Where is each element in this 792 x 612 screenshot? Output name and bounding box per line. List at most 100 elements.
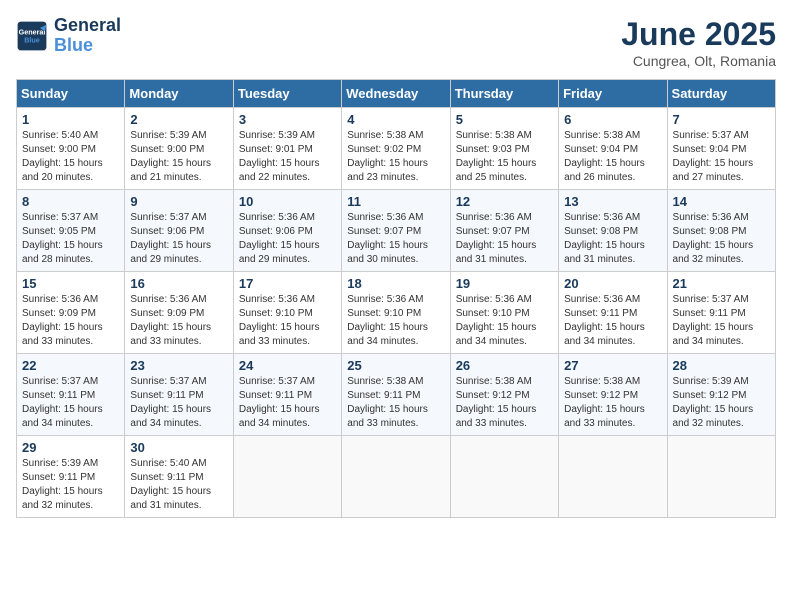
day-number: 16	[130, 276, 227, 291]
day-info: Sunrise: 5:37 AMSunset: 9:04 PMDaylight:…	[673, 130, 754, 183]
day-info: Sunrise: 5:37 AMSunset: 9:11 PMDaylight:…	[22, 376, 103, 429]
day-info: Sunrise: 5:37 AMSunset: 9:11 PMDaylight:…	[239, 376, 320, 429]
table-row	[667, 436, 775, 518]
day-info: Sunrise: 5:38 AMSunset: 9:11 PMDaylight:…	[347, 376, 428, 429]
day-info: Sunrise: 5:36 AMSunset: 9:10 PMDaylight:…	[456, 294, 537, 347]
day-number: 1	[22, 112, 119, 127]
table-row: 19 Sunrise: 5:36 AMSunset: 9:10 PMDaylig…	[450, 272, 558, 354]
table-row: 22 Sunrise: 5:37 AMSunset: 9:11 PMDaylig…	[17, 354, 125, 436]
table-row: 14 Sunrise: 5:36 AMSunset: 9:08 PMDaylig…	[667, 190, 775, 272]
logo-text: General Blue	[54, 16, 121, 56]
col-saturday: Saturday	[667, 80, 775, 108]
table-row: 12 Sunrise: 5:36 AMSunset: 9:07 PMDaylig…	[450, 190, 558, 272]
day-number: 4	[347, 112, 444, 127]
day-number: 12	[456, 194, 553, 209]
day-info: Sunrise: 5:36 AMSunset: 9:07 PMDaylight:…	[456, 212, 537, 265]
day-info: Sunrise: 5:37 AMSunset: 9:11 PMDaylight:…	[130, 376, 211, 429]
table-row	[342, 436, 450, 518]
table-row	[233, 436, 341, 518]
table-row	[559, 436, 667, 518]
calendar-week-4: 22 Sunrise: 5:37 AMSunset: 9:11 PMDaylig…	[17, 354, 776, 436]
day-number: 21	[673, 276, 770, 291]
calendar-week-3: 15 Sunrise: 5:36 AMSunset: 9:09 PMDaylig…	[17, 272, 776, 354]
calendar-week-1: 1 Sunrise: 5:40 AMSunset: 9:00 PMDayligh…	[17, 108, 776, 190]
col-friday: Friday	[559, 80, 667, 108]
table-row: 21 Sunrise: 5:37 AMSunset: 9:11 PMDaylig…	[667, 272, 775, 354]
day-info: Sunrise: 5:36 AMSunset: 9:08 PMDaylight:…	[564, 212, 645, 265]
table-row: 13 Sunrise: 5:36 AMSunset: 9:08 PMDaylig…	[559, 190, 667, 272]
table-row: 1 Sunrise: 5:40 AMSunset: 9:00 PMDayligh…	[17, 108, 125, 190]
table-row: 27 Sunrise: 5:38 AMSunset: 9:12 PMDaylig…	[559, 354, 667, 436]
day-number: 11	[347, 194, 444, 209]
table-row: 24 Sunrise: 5:37 AMSunset: 9:11 PMDaylig…	[233, 354, 341, 436]
day-info: Sunrise: 5:36 AMSunset: 9:07 PMDaylight:…	[347, 212, 428, 265]
table-row: 9 Sunrise: 5:37 AMSunset: 9:06 PMDayligh…	[125, 190, 233, 272]
svg-text:Blue: Blue	[24, 35, 40, 44]
logo-icon: General Blue	[16, 20, 48, 52]
day-number: 2	[130, 112, 227, 127]
day-info: Sunrise: 5:38 AMSunset: 9:12 PMDaylight:…	[564, 376, 645, 429]
day-info: Sunrise: 5:38 AMSunset: 9:02 PMDaylight:…	[347, 130, 428, 183]
day-number: 27	[564, 358, 661, 373]
day-info: Sunrise: 5:40 AMSunset: 9:11 PMDaylight:…	[130, 458, 211, 511]
table-row: 17 Sunrise: 5:36 AMSunset: 9:10 PMDaylig…	[233, 272, 341, 354]
day-number: 14	[673, 194, 770, 209]
day-info: Sunrise: 5:36 AMSunset: 9:06 PMDaylight:…	[239, 212, 320, 265]
day-number: 3	[239, 112, 336, 127]
table-row: 15 Sunrise: 5:36 AMSunset: 9:09 PMDaylig…	[17, 272, 125, 354]
day-info: Sunrise: 5:36 AMSunset: 9:10 PMDaylight:…	[239, 294, 320, 347]
page-header: General Blue General Blue June 2025 Cung…	[16, 16, 776, 69]
day-info: Sunrise: 5:38 AMSunset: 9:12 PMDaylight:…	[456, 376, 537, 429]
col-tuesday: Tuesday	[233, 80, 341, 108]
day-info: Sunrise: 5:37 AMSunset: 9:06 PMDaylight:…	[130, 212, 211, 265]
table-row: 10 Sunrise: 5:36 AMSunset: 9:06 PMDaylig…	[233, 190, 341, 272]
day-info: Sunrise: 5:39 AMSunset: 9:12 PMDaylight:…	[673, 376, 754, 429]
day-info: Sunrise: 5:39 AMSunset: 9:00 PMDaylight:…	[130, 130, 211, 183]
table-row: 5 Sunrise: 5:38 AMSunset: 9:03 PMDayligh…	[450, 108, 558, 190]
day-info: Sunrise: 5:40 AMSunset: 9:00 PMDaylight:…	[22, 130, 103, 183]
calendar-week-2: 8 Sunrise: 5:37 AMSunset: 9:05 PMDayligh…	[17, 190, 776, 272]
col-sunday: Sunday	[17, 80, 125, 108]
day-number: 19	[456, 276, 553, 291]
day-number: 22	[22, 358, 119, 373]
day-info: Sunrise: 5:36 AMSunset: 9:09 PMDaylight:…	[130, 294, 211, 347]
day-info: Sunrise: 5:38 AMSunset: 9:03 PMDaylight:…	[456, 130, 537, 183]
day-number: 7	[673, 112, 770, 127]
table-row: 2 Sunrise: 5:39 AMSunset: 9:00 PMDayligh…	[125, 108, 233, 190]
day-info: Sunrise: 5:37 AMSunset: 9:11 PMDaylight:…	[673, 294, 754, 347]
calendar-subtitle: Cungrea, Olt, Romania	[621, 53, 776, 69]
day-info: Sunrise: 5:36 AMSunset: 9:08 PMDaylight:…	[673, 212, 754, 265]
table-row: 30 Sunrise: 5:40 AMSunset: 9:11 PMDaylig…	[125, 436, 233, 518]
day-info: Sunrise: 5:37 AMSunset: 9:05 PMDaylight:…	[22, 212, 103, 265]
table-row: 25 Sunrise: 5:38 AMSunset: 9:11 PMDaylig…	[342, 354, 450, 436]
calendar-title: June 2025	[621, 16, 776, 53]
day-number: 5	[456, 112, 553, 127]
table-row: 11 Sunrise: 5:36 AMSunset: 9:07 PMDaylig…	[342, 190, 450, 272]
day-number: 15	[22, 276, 119, 291]
day-number: 8	[22, 194, 119, 209]
table-row: 29 Sunrise: 5:39 AMSunset: 9:11 PMDaylig…	[17, 436, 125, 518]
table-row: 4 Sunrise: 5:38 AMSunset: 9:02 PMDayligh…	[342, 108, 450, 190]
title-area: June 2025 Cungrea, Olt, Romania	[621, 16, 776, 69]
day-number: 9	[130, 194, 227, 209]
calendar-week-5: 29 Sunrise: 5:39 AMSunset: 9:11 PMDaylig…	[17, 436, 776, 518]
day-number: 17	[239, 276, 336, 291]
day-number: 24	[239, 358, 336, 373]
day-number: 20	[564, 276, 661, 291]
day-number: 10	[239, 194, 336, 209]
header-row: Sunday Monday Tuesday Wednesday Thursday…	[17, 80, 776, 108]
table-row: 16 Sunrise: 5:36 AMSunset: 9:09 PMDaylig…	[125, 272, 233, 354]
day-number: 28	[673, 358, 770, 373]
day-number: 18	[347, 276, 444, 291]
logo: General Blue General Blue	[16, 16, 121, 56]
table-row: 28 Sunrise: 5:39 AMSunset: 9:12 PMDaylig…	[667, 354, 775, 436]
day-number: 13	[564, 194, 661, 209]
day-info: Sunrise: 5:38 AMSunset: 9:04 PMDaylight:…	[564, 130, 645, 183]
day-number: 30	[130, 440, 227, 455]
col-thursday: Thursday	[450, 80, 558, 108]
day-info: Sunrise: 5:36 AMSunset: 9:10 PMDaylight:…	[347, 294, 428, 347]
day-number: 26	[456, 358, 553, 373]
table-row: 3 Sunrise: 5:39 AMSunset: 9:01 PMDayligh…	[233, 108, 341, 190]
table-row: 18 Sunrise: 5:36 AMSunset: 9:10 PMDaylig…	[342, 272, 450, 354]
table-row: 20 Sunrise: 5:36 AMSunset: 9:11 PMDaylig…	[559, 272, 667, 354]
